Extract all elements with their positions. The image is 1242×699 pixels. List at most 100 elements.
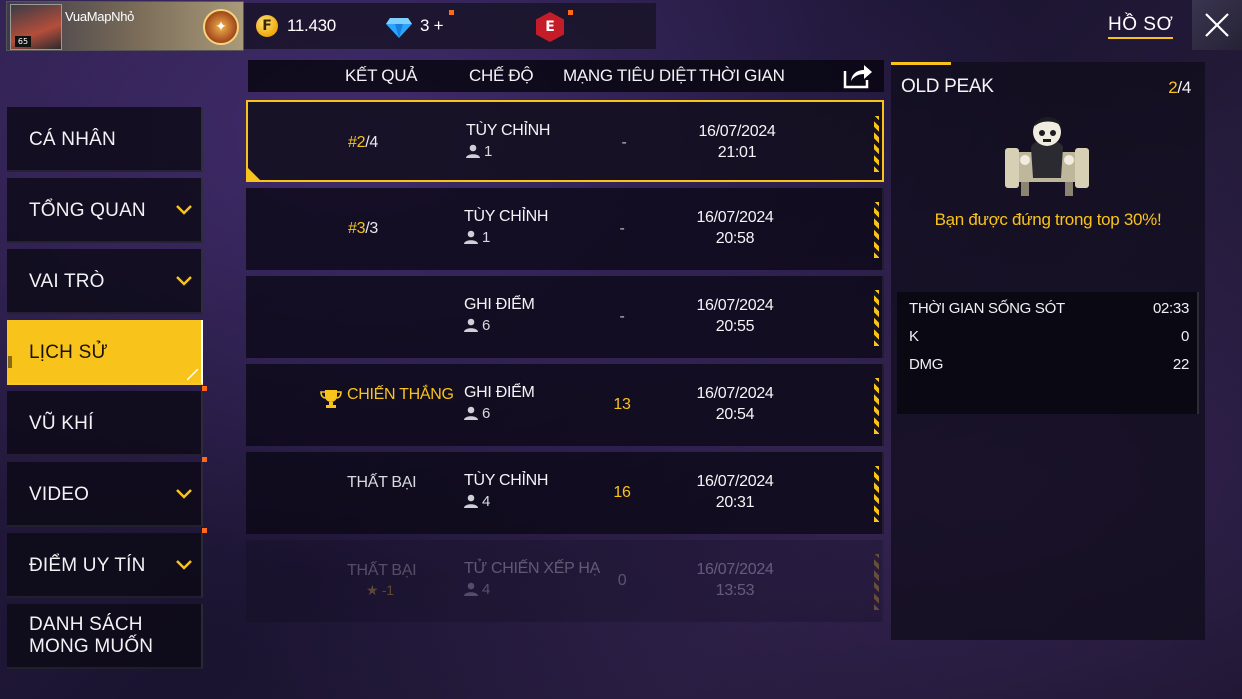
mode-label: GHI ĐIỂM — [464, 296, 535, 313]
stat-kills: K 0 — [909, 328, 1189, 345]
mode-label: TÙY CHỈNH — [464, 472, 549, 489]
chevron-down-icon — [176, 276, 192, 286]
kills-value: - — [619, 220, 625, 237]
result-label: CHIẾN THẮNG — [347, 386, 454, 403]
table-row[interactable]: THẤT BẠI ★ -1 TỬ CHIẾN XẾP HẠ 4 0 16/07/… — [246, 540, 884, 622]
user-icon — [464, 318, 478, 332]
currency-bar: F 11.430 3 + E — [244, 3, 656, 49]
player-profile-card[interactable]: 65 VuaMapNhỏ ✦ — [6, 1, 244, 51]
row-stripe-decoration — [874, 554, 879, 610]
match-time: 20:54 — [715, 406, 755, 423]
match-date: 16/07/2024 — [696, 297, 774, 314]
match-date: 16/07/2024 — [696, 473, 774, 490]
kills-value: - — [619, 308, 625, 325]
row-stripe-decoration — [874, 290, 879, 346]
user-icon — [464, 582, 478, 596]
match-date: 16/07/2024 — [698, 123, 776, 140]
kills-value: 16 — [613, 484, 631, 501]
row-stripe-decoration — [874, 466, 879, 522]
sidebar-item-wishlist[interactable]: DANH SÁCH MONG MUỐN — [7, 604, 203, 669]
players-count: 1 — [466, 143, 492, 160]
top-percent-message: Bạn được đứng trong top 30%! — [934, 210, 1162, 229]
match-time: 13:53 — [715, 582, 755, 599]
stat-survival-time: THỜI GIAN SỐNG SÓT 02:33 — [909, 300, 1189, 317]
mode-label: TÙY CHỈNH — [466, 122, 551, 139]
stat-label: THỜI GIAN SỐNG SÓT — [909, 300, 1065, 317]
gold-coin-icon: F — [256, 15, 278, 37]
elite-pass-icon[interactable]: E — [536, 12, 564, 42]
stat-label: K — [909, 328, 919, 345]
mode-label: TÙY CHỈNH — [464, 208, 549, 225]
sidebar-item-label: LỊCH SỬ — [29, 342, 108, 363]
result-label: THẤT BẠI — [347, 474, 417, 491]
close-button[interactable] — [1192, 0, 1242, 50]
chevron-down-icon — [176, 560, 192, 570]
stat-damage: DMG 22 — [909, 356, 1189, 373]
chevron-down-icon — [176, 205, 192, 215]
players-count: 6 — [464, 405, 490, 422]
sidebar-item-label: TỔNG QUAN — [29, 200, 146, 221]
sidebar-item-label: VŨ KHÍ — [29, 413, 94, 434]
sidebar-item-label: ĐIỂM UY TÍN — [29, 555, 146, 576]
page-title: HỒ SƠ — [1108, 14, 1174, 39]
rank-badge-icon[interactable]: ✦ — [203, 9, 239, 45]
stat-value: 22 — [1172, 356, 1189, 373]
stat-label: DMG — [909, 356, 944, 373]
player-name: VuaMapNhỏ — [65, 9, 135, 24]
sidebar-item-weapons[interactable]: VŨ KHÍ — [7, 386, 207, 456]
table-row[interactable]: GHI ĐIỂM 6 - 16/07/2024 20:55 — [246, 276, 884, 358]
sidebar-item-overview[interactable]: TỔNG QUAN — [7, 178, 203, 243]
sidebar-item-history[interactable]: LỊCH SỬ — [7, 320, 203, 385]
match-detail-panel: OLD PEAK 2/4 Bạn được đứng trong top 30%… — [891, 62, 1205, 640]
placement: 2/4 — [1168, 78, 1191, 97]
avatar[interactable]: 65 — [10, 4, 62, 50]
players-count: 1 — [464, 229, 490, 246]
share-icon[interactable] — [842, 62, 874, 90]
elite-notification-dot — [568, 10, 573, 15]
column-header-mode: CHẾ ĐỘ — [469, 66, 534, 85]
table-row[interactable]: #2/4 TÙY CHỈNH 1 - 16/07/2024 21:01 — [246, 100, 884, 182]
sidebar-item-label: VIDEO — [29, 484, 90, 505]
match-time: 20:31 — [715, 494, 755, 511]
sidebar-item-video[interactable]: VIDEO — [7, 457, 207, 527]
sidebar-item-reputation[interactable]: ĐIỂM UY TÍN — [7, 528, 207, 598]
panel-accent — [891, 62, 951, 65]
rank-points-change: ★ -1 — [366, 582, 394, 598]
active-corner-mark — [8, 356, 12, 368]
column-header-kills: MẠNG TIÊU DIỆT — [563, 66, 697, 85]
table-row[interactable]: THẤT BẠI TÙY CHỈNH 4 16 16/07/2024 20:31 — [246, 452, 884, 534]
diamond-amount[interactable]: 3 + — [420, 16, 444, 36]
diamond-icon — [386, 18, 412, 38]
sidebar-item-personal[interactable]: CÁ NHÂN — [7, 107, 203, 172]
trophy-icon — [320, 390, 342, 408]
map-name: OLD PEAK — [901, 76, 994, 97]
row-stripe-decoration — [874, 116, 879, 172]
sidebar-item-label: CÁ NHÂN — [29, 129, 116, 150]
sidebar-item-roles[interactable]: VAI TRÒ — [7, 249, 203, 314]
close-icon — [1205, 13, 1229, 37]
sidebar-item-label: VAI TRÒ — [29, 271, 105, 292]
mode-label: GHI ĐIỂM — [464, 384, 535, 401]
sidebar-nav: CÁ NHÂN TỔNG QUAN VAI TRÒ LỊCH SỬ VŨ KHÍ… — [7, 107, 207, 675]
mode-label: TỬ CHIẾN XẾP HẠ — [464, 560, 601, 577]
user-icon — [464, 230, 478, 244]
kills-value: 13 — [613, 396, 631, 413]
active-corner-mark — [187, 369, 199, 381]
table-row[interactable]: CHIẾN THẮNG GHI ĐIỂM 6 13 16/07/2024 20:… — [246, 364, 884, 446]
players-count: 6 — [464, 317, 490, 334]
column-header-time: THỜI GIAN — [699, 66, 785, 85]
table-header: KẾT QUẢ CHẾ ĐỘ MẠNG TIÊU DIỆT THỜI GIAN — [248, 60, 884, 92]
notification-dot — [202, 528, 207, 533]
result-label: THẤT BẠI — [347, 562, 417, 579]
table-row[interactable]: #3/3 TÙY CHỈNH 1 - 16/07/2024 20:58 — [246, 188, 884, 270]
players-count: 4 — [464, 581, 490, 598]
user-icon — [464, 406, 478, 420]
match-time: 20:55 — [715, 318, 755, 335]
result-rank: #3/3 — [348, 220, 378, 237]
user-icon — [464, 494, 478, 508]
diamond-notification-dot — [449, 10, 454, 15]
chevron-down-icon — [176, 489, 192, 499]
players-count: 4 — [464, 493, 490, 510]
match-date: 16/07/2024 — [696, 561, 774, 578]
result-rank: #2/4 — [348, 134, 378, 151]
